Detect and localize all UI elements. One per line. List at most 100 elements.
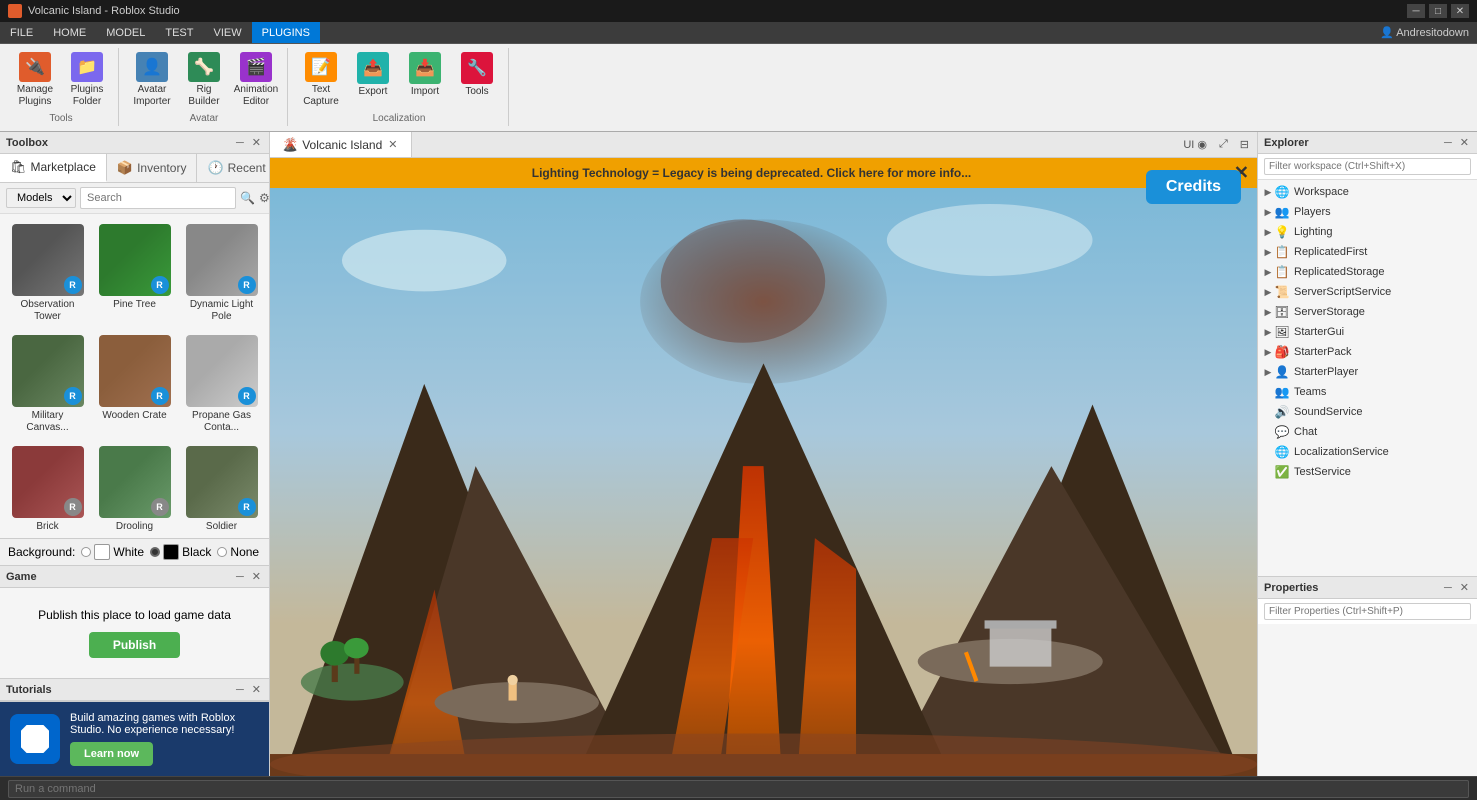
tree-item[interactable]: ▶ 🖼 StarterGui (1258, 322, 1477, 342)
tree-item[interactable]: 🔊 SoundService (1258, 402, 1477, 422)
text-capture-button[interactable]: 📝 TextCapture (296, 48, 346, 110)
item-badge: R (64, 276, 82, 294)
search-input[interactable] (80, 187, 236, 209)
menu-item-test[interactable]: TEST (155, 22, 203, 43)
toolbox-tab-recent[interactable]: 🕐Recent (197, 154, 276, 182)
tree-icon: 🌐 (1274, 444, 1290, 460)
item-name: Wooden Crate (102, 410, 166, 422)
import-button[interactable]: 📥 Import (400, 48, 450, 110)
models-dropdown[interactable]: Models (6, 188, 76, 208)
tree-item[interactable]: ▶ 📋 ReplicatedFirst (1258, 242, 1477, 262)
tree-item[interactable]: ▶ 👥 Players (1258, 202, 1477, 222)
tree-icon: 🗄 (1274, 304, 1290, 320)
command-input[interactable] (8, 780, 1469, 798)
toolbox-close-button[interactable]: ✕ (250, 136, 263, 149)
explorer-close-button[interactable]: ✕ (1458, 136, 1471, 149)
grid-item[interactable]: R Military Canvas... (6, 331, 89, 438)
tools-button[interactable]: 🔧 Tools (452, 48, 502, 110)
game-panel-controls: ─ ✕ (234, 570, 263, 583)
maximize-button[interactable]: □ (1429, 4, 1447, 18)
volcanic-island-tab[interactable]: 🌋 Volcanic Island ✕ (270, 132, 412, 157)
tree-item[interactable]: 👥 Teams (1258, 382, 1477, 402)
tree-item[interactable]: ✅ TestService (1258, 462, 1477, 482)
grid-item[interactable]: R Observation Tower (6, 220, 89, 327)
viewport-area: 🌋 Volcanic Island ✕ UI ◉ ⤢ ⊟ Lighting Te… (270, 132, 1257, 776)
menu-item-file[interactable]: FILE (0, 22, 43, 43)
manage-plugins-button[interactable]: 🔌 ManagePlugins (10, 48, 60, 110)
collapse-button[interactable]: ⊟ (1236, 136, 1253, 153)
tree-label: StarterPack (1294, 346, 1351, 358)
properties-close-button[interactable]: ✕ (1458, 581, 1471, 594)
properties-filter (1258, 599, 1477, 624)
properties-filter-input[interactable] (1264, 603, 1471, 620)
plugins-folder-button[interactable]: 📁 PluginsFolder (62, 48, 112, 110)
ui-view-button[interactable]: UI ◉ (1179, 136, 1211, 153)
tree-icon: 📜 (1274, 284, 1290, 300)
tree-label: ServerStorage (1294, 306, 1365, 318)
tree-item[interactable]: ▶ 👤 StarterPlayer (1258, 362, 1477, 382)
grid-item[interactable]: R Brick (6, 442, 89, 537)
learn-now-button[interactable]: Learn now (70, 742, 153, 766)
animation-editor-button[interactable]: 🎬 AnimationEditor (231, 48, 281, 110)
export-button[interactable]: 📤 Export (348, 48, 398, 110)
game-panel-close-button[interactable]: ✕ (250, 570, 263, 583)
bg-none-radio[interactable] (217, 547, 227, 557)
item-thumbnail: R (12, 224, 84, 296)
grid-item[interactable]: R Drooling (93, 442, 176, 537)
properties-minimize-button[interactable]: ─ (1442, 581, 1454, 594)
tree-item[interactable]: 💬 Chat (1258, 422, 1477, 442)
grid-item[interactable]: R Wooden Crate (93, 331, 176, 438)
explorer-filter-input[interactable] (1264, 158, 1471, 175)
tutorials-minimize-button[interactable]: ─ (234, 683, 246, 696)
expand-button[interactable]: ⤢ (1215, 136, 1232, 153)
notification-bar[interactable]: Lighting Technology = Legacy is being de… (270, 158, 1257, 188)
animation-editor-label: AnimationEditor (234, 84, 278, 108)
explorer-minimize-button[interactable]: ─ (1442, 136, 1454, 149)
minimize-button[interactable]: ─ (1407, 4, 1425, 18)
explorer-panel: Explorer ─ ✕ ▶ 🌐 Workspace ▶ 👥 Players ▶… (1258, 132, 1477, 576)
grid-item[interactable]: R Propane Gas Conta... (180, 331, 263, 438)
bg-white-option[interactable]: White (81, 544, 144, 560)
credits-button[interactable]: Credits (1146, 170, 1241, 204)
tree-item[interactable]: ▶ 🗄 ServerStorage (1258, 302, 1477, 322)
item-name: Drooling (116, 521, 153, 533)
menu-item-home[interactable]: HOME (43, 22, 96, 43)
close-button[interactable]: ✕ (1451, 4, 1469, 18)
menu-item-view[interactable]: VIEW (203, 22, 251, 43)
tree-icon: 🌐 (1274, 184, 1290, 200)
tab-icon: 🌋 (282, 137, 298, 153)
grid-item[interactable]: R Pine Tree (93, 220, 176, 327)
tree-item[interactable]: ▶ 💡 Lighting (1258, 222, 1477, 242)
bg-black-option[interactable]: Black (150, 544, 211, 560)
tab-close-button[interactable]: ✕ (386, 138, 399, 151)
tree-label: ReplicatedFirst (1294, 246, 1367, 258)
properties-title: Properties (1264, 582, 1318, 594)
bg-black-radio[interactable] (150, 547, 160, 557)
tree-item[interactable]: ▶ 📜 ServerScriptService (1258, 282, 1477, 302)
bg-white-radio[interactable] (81, 547, 91, 557)
toolbox-minimize-button[interactable]: ─ (234, 136, 246, 149)
tree-item[interactable]: ▶ 🎒 StarterPack (1258, 342, 1477, 362)
filter-button[interactable]: ⚙ (259, 191, 270, 205)
tree-item[interactable]: ▶ 🌐 Workspace (1258, 182, 1477, 202)
rig-builder-button[interactable]: 🦴 RigBuilder (179, 48, 229, 110)
toolbox-tab-marketplace[interactable]: 🛍Marketplace (0, 154, 107, 182)
plugins-folder-icon: 📁 (71, 52, 103, 82)
viewport: Lighting Technology = Legacy is being de… (270, 158, 1257, 776)
bg-none-option[interactable]: None (217, 545, 259, 559)
grid-item[interactable]: R Soldier (180, 442, 263, 537)
tree-icon: 👥 (1274, 384, 1290, 400)
menu-item-plugins[interactable]: PLUGINS (252, 22, 320, 43)
tutorials-close-button[interactable]: ✕ (250, 683, 263, 696)
publish-button[interactable]: Publish (89, 632, 180, 658)
tree-arrow: ▶ (1262, 227, 1274, 238)
explorer-title: Explorer (1264, 137, 1309, 149)
menu-item-model[interactable]: MODEL (96, 22, 155, 43)
tree-item[interactable]: ▶ 📋 ReplicatedStorage (1258, 262, 1477, 282)
toolbox-tab-inventory[interactable]: 📦Inventory (107, 154, 198, 182)
grid-item[interactable]: R Dynamic Light Pole (180, 220, 263, 327)
game-panel-minimize-button[interactable]: ─ (234, 570, 246, 583)
tree-item[interactable]: 🌐 LocalizationService (1258, 442, 1477, 462)
avatar-importer-button[interactable]: 👤 AvatarImporter (127, 48, 177, 110)
search-button[interactable]: 🔍 (240, 191, 255, 205)
